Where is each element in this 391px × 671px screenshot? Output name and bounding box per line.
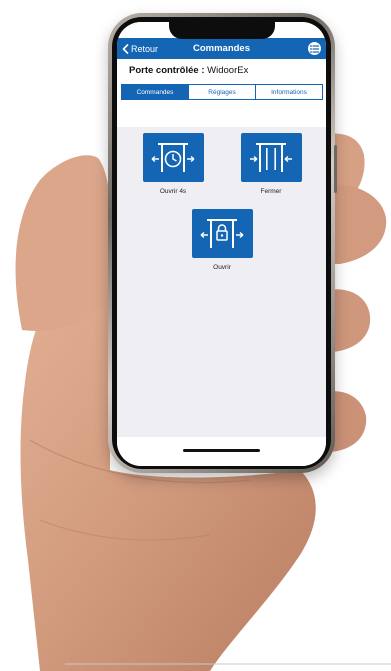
commands-panel: Ouvrir 4s Fermer Ouvrir	[117, 127, 326, 437]
close-button[interactable]	[240, 133, 302, 182]
back-label: Retour	[131, 43, 159, 54]
list-icon	[310, 44, 319, 53]
tab-bar: Commandes Réglages Informations	[121, 84, 323, 100]
menu-button[interactable]	[308, 42, 321, 55]
door-open-timer-icon	[151, 142, 195, 172]
open-label: Ouvrir	[213, 264, 231, 271]
close-label: Fermer	[260, 188, 282, 195]
phone-screen: Retour Commandes Porte contrôlée : Widoo…	[117, 22, 326, 466]
door-name: WidoorEx	[207, 65, 249, 76]
back-button[interactable]: Retour	[122, 38, 158, 59]
chevron-left-icon	[122, 43, 129, 54]
controlled-door-label: Porte contrôlée :	[129, 65, 205, 76]
tab-informations[interactable]: Informations	[255, 85, 322, 99]
phone-notch	[169, 22, 275, 39]
tab-reglages[interactable]: Réglages	[188, 85, 255, 99]
controlled-door-header: Porte contrôlée : WidoorEx	[117, 59, 326, 79]
home-indicator[interactable]	[183, 449, 260, 452]
open-4s-label: Ouvrir 4s	[159, 188, 187, 195]
tab-commandes[interactable]: Commandes	[122, 85, 188, 99]
open-4s-button[interactable]	[142, 133, 204, 182]
photo-scene: Retour Commandes Porte contrôlée : Widoo…	[0, 0, 391, 671]
navigation-bar: Retour Commandes	[117, 38, 326, 59]
door-open-lock-icon	[200, 218, 244, 248]
open-button[interactable]	[191, 209, 253, 258]
phone-side-button	[334, 145, 337, 193]
close-command[interactable]: Fermer	[239, 133, 303, 195]
page-title: Commandes	[192, 43, 250, 54]
open-4s-command[interactable]: Ouvrir 4s	[141, 133, 205, 195]
open-command[interactable]: Ouvrir	[190, 209, 254, 271]
bottom-safe-area	[117, 437, 326, 466]
door-close-icon	[250, 142, 292, 172]
